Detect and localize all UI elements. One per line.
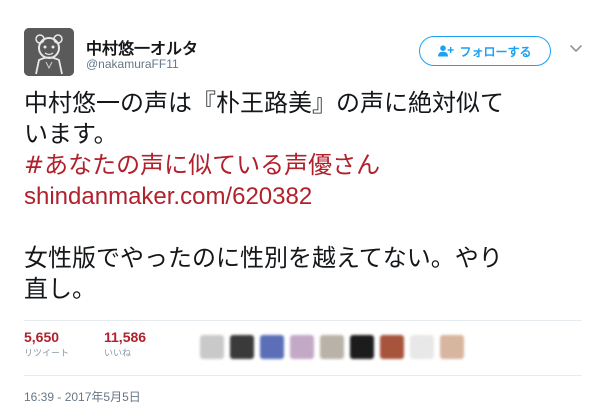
liker-avatar[interactable] — [410, 335, 434, 359]
tweet-line: 中村悠一の声は『朴王路美』の声に絶対似て — [24, 89, 504, 117]
chevron-down-icon[interactable] — [569, 43, 583, 55]
follow-label: フォローする — [459, 44, 532, 59]
liker-avatar[interactable] — [260, 335, 284, 359]
tweet-line: 直し。 — [24, 275, 96, 303]
user-handle[interactable]: @nakamuraFF11 — [86, 57, 179, 71]
avatar-sketch-icon — [24, 28, 74, 76]
divider — [24, 375, 582, 376]
display-name[interactable]: 中村悠一オルタ — [86, 35, 198, 59]
like-label: いいね — [104, 349, 132, 359]
liker-avatar[interactable] — [320, 335, 344, 359]
retweet-count: 5,650 — [24, 329, 60, 345]
divider — [24, 320, 582, 321]
liker-avatar[interactable] — [290, 335, 314, 359]
retweet-stat[interactable]: 5,650 リツイート — [24, 328, 69, 361]
avatar[interactable] — [24, 28, 74, 76]
tweet-line: 女性版でやったのに性別を越えてない。やり — [24, 244, 503, 272]
liker-avatar[interactable] — [380, 335, 404, 359]
tweet-timestamp[interactable]: 16:39 - 2017年5月5日 — [24, 388, 141, 405]
tweet-text: 中村悠一の声は『朴王路美』の声に絶対似て います。 #あなたの声に似ている声優さ… — [24, 88, 584, 305]
liker-avatar[interactable] — [350, 335, 374, 359]
like-stat[interactable]: 11,586 いいね — [104, 328, 146, 361]
add-user-icon — [438, 45, 455, 57]
retweet-label: リツイート — [24, 349, 70, 359]
tweet-line: います。 — [24, 120, 118, 148]
hashtag-link[interactable]: #あなたの声に似ている声優さん — [24, 150, 584, 181]
follow-button[interactable]: フォローする — [419, 36, 551, 66]
liker-avatar[interactable] — [230, 335, 254, 359]
like-count: 11,586 — [104, 329, 147, 345]
liker-avatar[interactable] — [200, 335, 224, 359]
url-link[interactable]: shindanmaker.com/620382 — [24, 181, 584, 212]
liker-avatar[interactable] — [440, 335, 464, 359]
